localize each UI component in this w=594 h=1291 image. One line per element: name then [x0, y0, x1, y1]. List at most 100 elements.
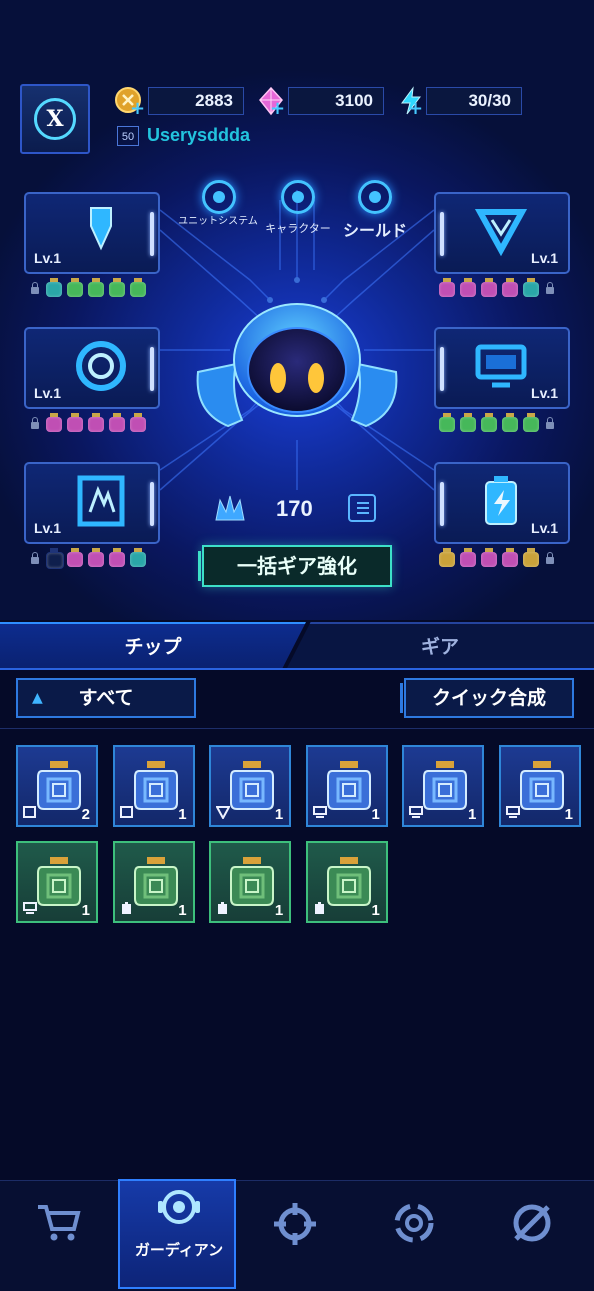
- chip-item[interactable]: 1: [209, 745, 292, 827]
- chip-jar-icon: [326, 761, 371, 810]
- monitor-icon: [23, 902, 37, 914]
- gear-slot-1[interactable]: Lv.1: [24, 192, 160, 274]
- chip-item[interactable]: 1: [402, 745, 485, 827]
- vortex-icon: [394, 1203, 434, 1243]
- chip-count: 1: [274, 806, 284, 823]
- chip-item[interactable]: 1: [209, 841, 292, 923]
- gold-value: 2883: [195, 91, 233, 110]
- chevron-up-icon: ▲: [32, 690, 43, 706]
- nav-vortex[interactable]: [354, 1181, 472, 1291]
- gem-counter: 3100: [288, 87, 384, 115]
- radar-icon: [76, 341, 126, 391]
- chip-item[interactable]: 2: [16, 745, 98, 827]
- gold-counter: 2883: [148, 87, 244, 115]
- gear-slot-5[interactable]: Lv.1: [24, 462, 160, 544]
- gear-slot-2[interactable]: Lv.1: [434, 192, 570, 274]
- filter-dropdown[interactable]: ▲ すべて: [16, 678, 196, 718]
- chip-jar-icon: [230, 857, 275, 906]
- add-gold-icon[interactable]: +: [130, 98, 145, 119]
- divider: [0, 728, 594, 729]
- chip-count: 1: [81, 902, 90, 919]
- lock-icon: [28, 416, 42, 430]
- chip-count: 1: [371, 806, 380, 823]
- battery-icon: [314, 902, 324, 914]
- socket-jar: [66, 413, 84, 433]
- socket-jar: [129, 278, 147, 298]
- tab-character[interactable]: キャラクター: [258, 180, 338, 236]
- gear-slot-3[interactable]: Lv.1: [24, 327, 160, 409]
- slashed-orb-icon: [513, 1204, 551, 1242]
- avatar[interactable]: X: [20, 84, 90, 154]
- chip-jar-icon: [423, 761, 468, 810]
- tab-character-label: キャラクター: [265, 222, 331, 235]
- slot-bar: [440, 482, 444, 526]
- gear-slot-6[interactable]: Lv.1: [434, 462, 570, 544]
- chip-item[interactable]: 1: [112, 841, 195, 923]
- socket-jar: [459, 278, 477, 298]
- nav-guardian[interactable]: ガーディアン: [118, 1179, 236, 1289]
- socket-row: [28, 278, 147, 298]
- chip-card-icon: [119, 806, 133, 818]
- chip-item[interactable]: 1: [112, 745, 195, 827]
- chip-jar-icon: [326, 857, 371, 906]
- quick-synthesis-button[interactable]: クイック合成: [400, 678, 574, 718]
- energy-counter: 30/30: [426, 87, 522, 115]
- power-value: 170: [276, 496, 313, 521]
- socket-jar: [45, 413, 63, 433]
- chip-item[interactable]: 1: [499, 745, 581, 827]
- battery-icon: [121, 902, 131, 914]
- slot-bar: [150, 212, 154, 256]
- socket-jar: [87, 548, 105, 568]
- tab-gear[interactable]: ギア: [286, 622, 594, 670]
- chip-item[interactable]: 1: [305, 841, 388, 923]
- tab-chip[interactable]: チップ: [0, 622, 306, 670]
- energy-value: 30/30: [468, 91, 511, 110]
- slot-bar: [440, 212, 444, 256]
- character-icon: [281, 180, 315, 214]
- list-icon[interactable]: [348, 494, 376, 522]
- add-gem-icon[interactable]: +: [270, 98, 285, 119]
- chip-count: 2: [81, 806, 90, 823]
- socket-jar: [522, 548, 540, 568]
- chip-jar-icon: [520, 761, 564, 810]
- socket-jar: [480, 413, 498, 433]
- unit-system-icon: [202, 180, 236, 214]
- guardian-robot: [196, 303, 398, 428]
- socket-jar: [108, 278, 126, 298]
- gear-slot-4[interactable]: Lv.1: [434, 327, 570, 409]
- socket-jar: [108, 548, 126, 568]
- socket-row: [438, 548, 557, 568]
- tab-unit-system[interactable]: ユニットシステム: [178, 180, 260, 228]
- socket-jar: [87, 413, 105, 433]
- socket-jar: [480, 548, 498, 568]
- chip-count: 1: [178, 806, 187, 823]
- nav-shop[interactable]: [0, 1181, 118, 1291]
- slot-level: Lv.1: [34, 250, 61, 266]
- tab-underline: [0, 668, 594, 670]
- lock-icon: [28, 281, 42, 295]
- monitor-icon: [312, 806, 327, 818]
- chip-jar-icon: [230, 761, 275, 810]
- triangle-emblem-icon: [474, 209, 528, 257]
- bulk-enhance-button[interactable]: 一括ギア強化: [198, 545, 392, 587]
- chip-item[interactable]: 1: [305, 745, 388, 827]
- chip-count: 1: [274, 902, 284, 919]
- chip-count: 1: [178, 902, 187, 919]
- battery-icon: [485, 476, 517, 525]
- slot-level: Lv.1: [34, 385, 61, 401]
- add-energy-icon[interactable]: +: [408, 98, 423, 119]
- socket-jar: [459, 548, 477, 568]
- socket-jar: [438, 413, 456, 433]
- shield-icon: [358, 180, 392, 214]
- socket-jar: [129, 413, 147, 433]
- lock-icon: [543, 281, 557, 295]
- slot-bar: [440, 347, 444, 391]
- tab-shield[interactable]: シールド: [338, 180, 412, 241]
- power-crown-icon: [215, 495, 245, 521]
- nav-target[interactable]: [236, 1181, 354, 1291]
- chip-jar-icon: [133, 761, 178, 810]
- nav-slashed-orb[interactable]: [472, 1181, 590, 1291]
- guardian-icon: [158, 1190, 200, 1224]
- chip-item[interactable]: 1: [16, 841, 98, 923]
- chip-jar-icon: [133, 857, 178, 906]
